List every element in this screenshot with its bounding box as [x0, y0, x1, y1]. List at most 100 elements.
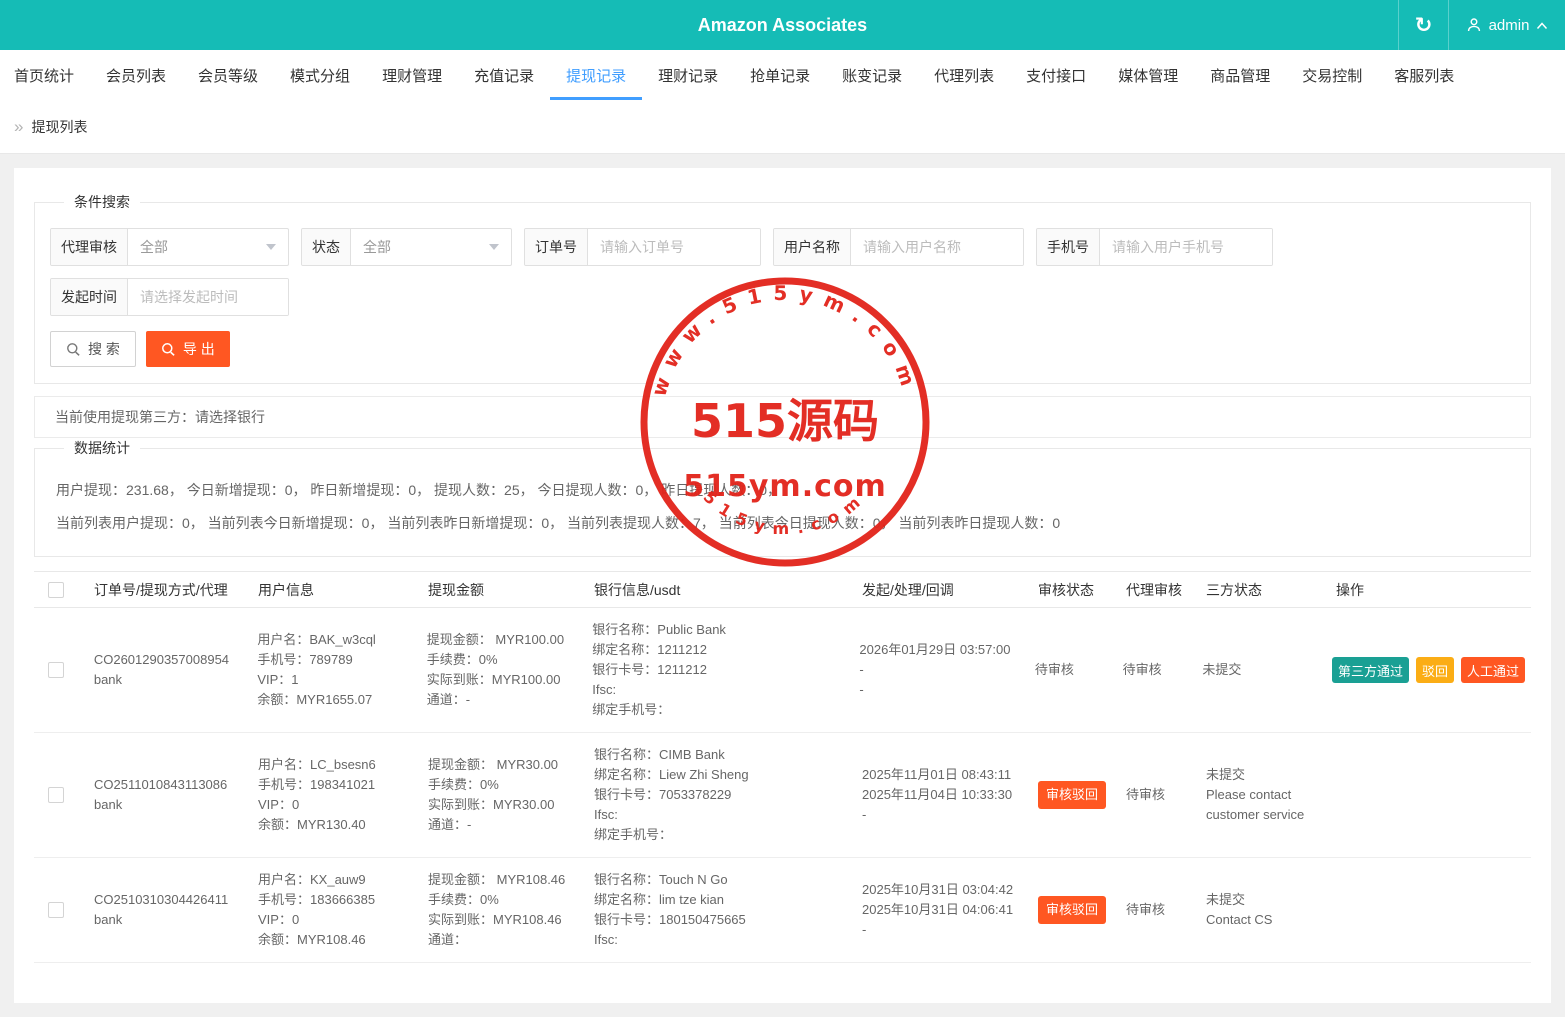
third-status-cell: 未提交 Please contact customer service: [1198, 765, 1328, 825]
agent-audit-value: 全部: [140, 237, 168, 257]
user-info-cell: 用户名：BAK_w3cql 手机号：789789 VIP：1 余额：MYR165…: [245, 630, 416, 710]
audit-rejected-badge: 审核驳回: [1038, 781, 1106, 809]
username-label: admin: [1489, 17, 1530, 34]
col-third-header: 三方状态: [1198, 580, 1328, 600]
bank-info-cell: 银行名称：CIMB Bank 绑定名称：Liew Zhi Sheng 银行卡号：…: [584, 745, 852, 845]
row-checkbox[interactable]: [48, 662, 64, 678]
amount-cell: 提现金额： MYR30.00 手续费：0% 实际到账：MYR30.00 通道：-: [418, 755, 584, 835]
third-status-cell: 未提交: [1194, 660, 1324, 680]
tab-finance-management[interactable]: 理财管理: [366, 50, 458, 100]
tab-payment-interface[interactable]: 支付接口: [1010, 50, 1102, 100]
start-time-input[interactable]: [128, 279, 288, 315]
header-right: ↻ admin: [1398, 0, 1565, 50]
chevron-up-icon: [1536, 21, 1548, 30]
row-checkbox[interactable]: [48, 902, 64, 918]
search-button[interactable]: 搜 索: [50, 331, 136, 367]
main-area: 条件搜索 代理审核 全部 状态 全部 订单: [0, 154, 1565, 1017]
order-no-filter: 订单号: [524, 228, 761, 266]
table-row: CO2511010843113086 bank 用户名：LC_bsesn6 手机…: [34, 733, 1531, 858]
third-party-pass-button[interactable]: 第三方通过: [1332, 657, 1409, 683]
search-form-row: 代理审核 全部 状态 全部 订单号: [50, 228, 1515, 316]
agent-audit-cell: 待审核: [1118, 785, 1198, 805]
phone-label: 手机号: [1037, 229, 1100, 265]
audit-status-cell: 审核驳回: [1028, 781, 1118, 809]
audit-status-text: 待审核: [1035, 662, 1074, 677]
tab-recharge-records[interactable]: 充值记录: [458, 50, 550, 100]
caret-down-icon: [489, 244, 499, 250]
table-header-row: 订单号/提现方式/代理 用户信息 提现金额 银行信息/usdt 发起/处理/回调…: [34, 572, 1531, 608]
audit-status-cell: 审核驳回: [1028, 896, 1118, 924]
search-button-label: 搜 索: [88, 339, 120, 359]
tab-finance-records[interactable]: 理财记录: [642, 50, 734, 100]
tab-withdrawal-records[interactable]: 提现记录: [550, 50, 642, 100]
tab-transaction-control[interactable]: 交易控制: [1286, 50, 1378, 100]
caret-down-icon: [266, 244, 276, 250]
tab-customer-service-list[interactable]: 客服列表: [1378, 50, 1470, 100]
refresh-button[interactable]: ↻: [1398, 0, 1448, 50]
export-search-icon: [161, 342, 176, 357]
tab-account-change-records[interactable]: 账变记录: [826, 50, 918, 100]
username-filter: 用户名称: [773, 228, 1024, 266]
tab-home-statistics[interactable]: 首页统计: [0, 50, 90, 100]
col-audit-header: 审核状态: [1028, 580, 1118, 600]
tab-agent-list[interactable]: 代理列表: [918, 50, 1010, 100]
col-amount-header: 提现金额: [418, 580, 584, 600]
row-check-cell: [34, 662, 78, 678]
select-all-checkbox[interactable]: [48, 582, 64, 598]
withdrawals-table: 订单号/提现方式/代理 用户信息 提现金额 银行信息/usdt 发起/处理/回调…: [34, 571, 1531, 963]
col-time-header: 发起/处理/回调: [852, 580, 1028, 600]
stats-legend: 数据统计: [64, 438, 140, 458]
tab-grab-order-records[interactable]: 抢单记录: [734, 50, 826, 100]
row-checkbox[interactable]: [48, 787, 64, 803]
status-filter: 状态 全部: [301, 228, 512, 266]
status-select[interactable]: 全部: [351, 229, 511, 265]
amount-cell: 提现金额： MYR100.00 手续费：0% 实际到账：MYR100.00 通道…: [417, 630, 582, 710]
amount-cell: 提现金额： MYR108.46 手续费：0% 实际到账：MYR108.46 通道…: [418, 870, 584, 950]
order-no-label: 订单号: [525, 229, 588, 265]
table-row: CO2601290357008954 bank 用户名：BAK_w3cql 手机…: [34, 608, 1531, 733]
agent-audit-label: 代理审核: [51, 229, 128, 265]
table-row: CO2510310304426411 bank 用户名：KX_auw9 手机号：…: [34, 858, 1531, 963]
col-order-header: 订单号/提现方式/代理: [78, 580, 246, 600]
export-button[interactable]: 导 出: [146, 331, 230, 367]
agent-audit-select[interactable]: 全部: [128, 229, 288, 265]
user-menu[interactable]: admin: [1448, 0, 1565, 50]
third-party-notice: 当前使用提现第三方：请选择银行: [34, 396, 1531, 438]
order-cell: CO2511010843113086 bank: [78, 775, 246, 815]
refresh-icon: ↻: [1415, 15, 1433, 36]
tab-mode-group[interactable]: 模式分组: [274, 50, 366, 100]
bank-info-cell: 银行名称：Touch N Go 绑定名称：lim tze kian 银行卡号：1…: [584, 870, 852, 950]
stats-line-1: 用户提现：231.68， 今日新增提现：0， 昨日新增提现：0， 提现人数：25…: [50, 474, 1515, 507]
manual-pass-button[interactable]: 人工通过: [1461, 657, 1525, 683]
content-panel: 条件搜索 代理审核 全部 状态 全部 订单: [14, 168, 1551, 1003]
breadcrumb-arrows-icon: »: [14, 118, 23, 135]
tab-member-list[interactable]: 会员列表: [90, 50, 182, 100]
search-fieldset: 条件搜索 代理审核 全部 状态 全部 订单: [34, 192, 1531, 384]
app-header: Amazon Associates ↻ admin: [0, 0, 1565, 50]
order-cell: CO2601290357008954 bank: [78, 650, 245, 690]
reject-button[interactable]: 驳回: [1416, 657, 1454, 683]
time-cell: 2026年01月29日 03:57:00 - -: [849, 640, 1024, 700]
search-icon: [66, 342, 81, 357]
agent-audit-text: 待审核: [1126, 902, 1165, 917]
time-cell: 2025年11月01日 08:43:11 2025年11月04日 10:33:3…: [852, 765, 1028, 825]
phone-input[interactable]: [1100, 229, 1272, 265]
username-filter-label: 用户名称: [774, 229, 851, 265]
tab-goods-management[interactable]: 商品管理: [1194, 50, 1286, 100]
username-input[interactable]: [851, 229, 1023, 265]
third-status-cell: 未提交 Contact CS: [1198, 890, 1328, 930]
user-info-cell: 用户名：LC_bsesn6 手机号：198341021 VIP：0 余额：MYR…: [246, 755, 418, 835]
audit-status-cell: 待审核: [1025, 660, 1115, 680]
agent-audit-text: 待审核: [1123, 662, 1162, 677]
agent-audit-text: 待审核: [1126, 787, 1165, 802]
order-no-input[interactable]: [588, 229, 760, 265]
col-bank-header: 银行信息/usdt: [584, 580, 852, 600]
tab-member-level[interactable]: 会员等级: [182, 50, 274, 100]
export-button-label: 导 出: [183, 339, 215, 359]
select-all-cell: [34, 582, 78, 598]
row-check-cell: [34, 787, 78, 803]
status-label: 状态: [302, 229, 351, 265]
tab-media-management[interactable]: 媒体管理: [1102, 50, 1194, 100]
agent-audit-cell: 待审核: [1115, 660, 1195, 680]
status-value: 全部: [363, 237, 391, 257]
